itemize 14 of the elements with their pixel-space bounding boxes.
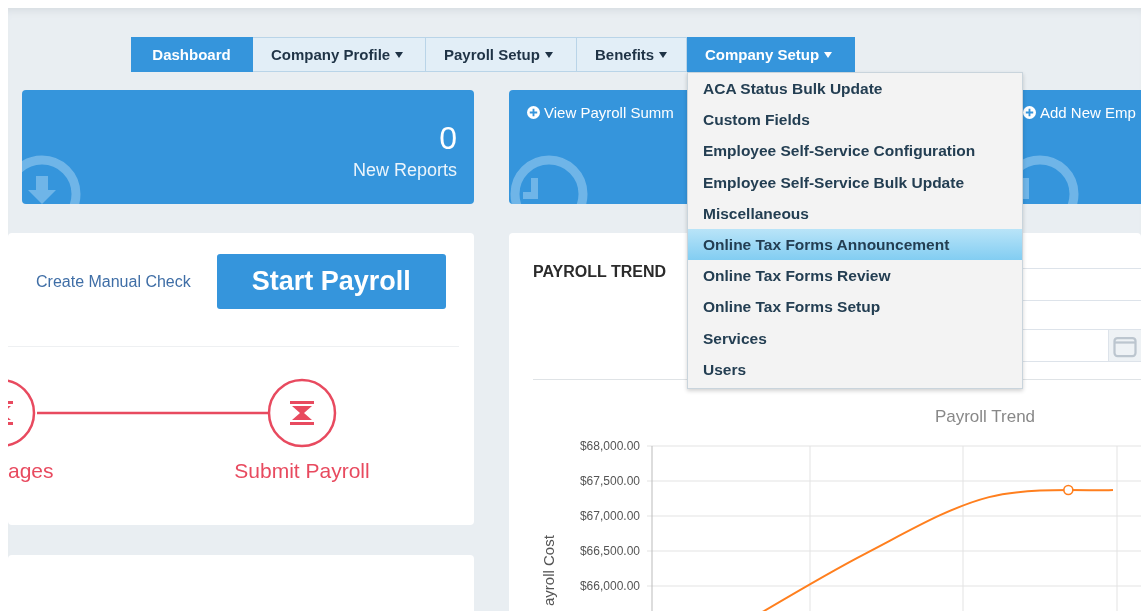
axis-title: ayroll Cost [540, 535, 557, 606]
tick-label: $66,500.00 [579, 544, 640, 558]
tick-label: $67,000.00 [579, 509, 640, 523]
chart-title: Payroll Trend [934, 407, 1036, 426]
report-label: New Reports [352, 160, 457, 181]
tick-label: $66,000.00 [579, 579, 640, 593]
tick-label: $67,500.00 [579, 474, 640, 488]
step-label: Submit Payroll [233, 459, 371, 483]
report-count: 0 [439, 120, 457, 156]
panel-title: PAYROLL TREND [533, 263, 667, 282]
tick-label: $68,000.00 [579, 439, 640, 453]
shortcut-label: Add New Emp [1040, 104, 1136, 121]
shortcut-label: View Payroll Summ [544, 104, 674, 121]
step-label: ages [8, 459, 55, 483]
